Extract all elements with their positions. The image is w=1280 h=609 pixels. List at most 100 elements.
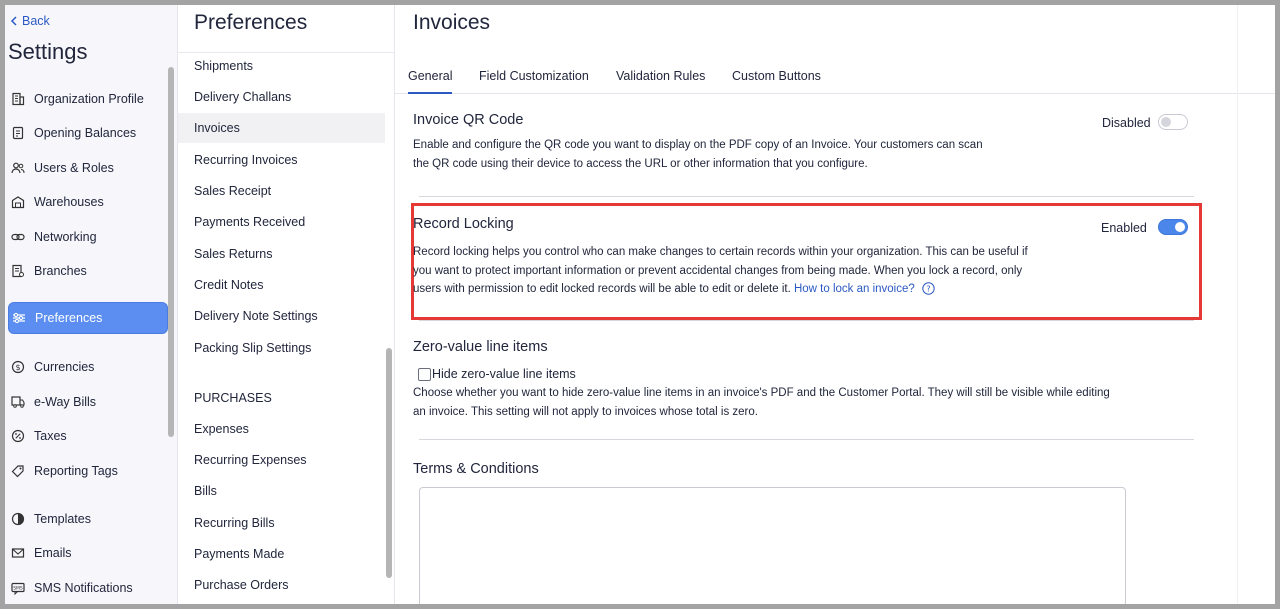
sidebar-item-label: Warehouses — [34, 195, 104, 209]
pref-item-shipments[interactable]: Shipments — [178, 51, 385, 81]
tab-bar: General Field Customization Validation R… — [395, 63, 1275, 94]
sidebar-item-label: Preferences — [35, 311, 103, 325]
zero-desc-line: an invoice. This setting will not apply … — [413, 405, 758, 418]
link-icon — [11, 230, 25, 244]
record-locking-status: Enabled — [1101, 221, 1147, 235]
template-icon — [11, 512, 25, 526]
sidebar-item-label: Taxes — [34, 429, 67, 443]
pref-item-expenses[interactable]: Expenses — [178, 414, 385, 444]
qr-code-status: Disabled — [1102, 116, 1151, 130]
tag-icon — [11, 464, 25, 478]
page-title: Invoices — [413, 11, 491, 34]
divider — [1237, 5, 1238, 604]
sidebar-item-label: Emails — [34, 546, 72, 560]
zero-value-title: Zero-value line items — [413, 339, 548, 355]
sidebar-item-preferences[interactable]: Preferences — [8, 302, 168, 334]
app-window: Back Settings Organization Profile Openi… — [5, 5, 1275, 604]
pref-item-bills[interactable]: Bills — [178, 476, 385, 506]
truck-icon — [11, 395, 25, 409]
sliders-icon — [12, 311, 26, 325]
sidebar-item-eway-bills[interactable]: e-Way Bills — [8, 386, 168, 418]
sidebar-item-label: Users & Roles — [34, 161, 114, 175]
hide-zero-value-label[interactable]: Hide zero-value line items — [432, 367, 576, 381]
terms-textarea[interactable] — [419, 487, 1126, 604]
currency-icon: $ — [11, 360, 25, 374]
pref-item-sales-receipt[interactable]: Sales Receipt — [178, 176, 385, 206]
sidebar-scrollbar[interactable] — [168, 67, 174, 437]
tab-validation-rules[interactable]: Validation Rules — [616, 69, 705, 92]
sidebar-item-users-roles[interactable]: Users & Roles — [8, 152, 168, 184]
sidebar-item-label: e-Way Bills — [34, 395, 97, 409]
qr-code-title: Invoice QR Code — [413, 112, 524, 128]
sidebar-item-label: Currencies — [34, 360, 95, 374]
sidebar-item-emails[interactable]: Emails — [8, 537, 168, 569]
hide-zero-value-checkbox[interactable] — [418, 367, 431, 381]
qr-desc-line: Enable and configure the QR code you wan… — [413, 139, 983, 151]
purchases-heading: PURCHASES — [194, 391, 272, 405]
svg-text:?: ? — [926, 285, 930, 294]
pref-item-payments-made[interactable]: Payments Made — [178, 539, 385, 569]
pref-item-purchase-orders[interactable]: Purchase Orders — [178, 570, 385, 600]
preferences-title: Preferences — [194, 11, 308, 34]
sidebar-item-branches[interactable]: Branches — [8, 255, 168, 287]
settings-title: Settings — [8, 39, 88, 64]
sidebar-item-opening-balances[interactable]: Opening Balances — [8, 117, 168, 149]
pref-item-delivery-note-settings[interactable]: Delivery Note Settings — [178, 301, 385, 331]
sidebar-item-label: Networking — [34, 230, 97, 244]
branch-icon — [11, 264, 25, 278]
sidebar-item-label: SMS Notifications — [34, 581, 133, 595]
tab-custom-buttons[interactable]: Custom Buttons — [732, 69, 821, 92]
record-locking-toggle[interactable] — [1158, 219, 1188, 235]
invoices-settings: Invoices General Field Customization Val… — [395, 5, 1275, 604]
sidebar-item-templates[interactable]: Templates — [8, 503, 168, 535]
building-icon — [11, 92, 25, 106]
pref-item-recurring-expenses[interactable]: Recurring Expenses — [178, 445, 385, 475]
qr-code-description: Enable and configure the QR code you wan… — [413, 136, 1113, 173]
back-link[interactable]: Back — [10, 14, 50, 28]
sidebar-item-label: Reporting Tags — [34, 464, 118, 478]
sidebar-item-organization-profile[interactable]: Organization Profile — [8, 83, 168, 115]
sidebar-item-sms-notifications[interactable]: SMS SMS Notifications — [8, 572, 168, 604]
pref-item-invoices[interactable]: Invoices — [178, 113, 385, 143]
terms-title: Terms & Conditions — [413, 461, 539, 477]
pref-item-recurring-bills[interactable]: Recurring Bills — [178, 508, 385, 538]
users-icon — [11, 161, 25, 175]
percent-icon — [11, 429, 25, 443]
zero-desc-line: Choose whether you want to hide zero-val… — [413, 387, 1110, 399]
settings-sidebar: Back Settings Organization Profile Openi… — [5, 5, 178, 604]
tab-general[interactable]: General — [408, 69, 453, 94]
back-label: Back — [22, 14, 50, 28]
record-locking-description: Record locking helps you control who can… — [413, 243, 1073, 299]
pref-item-delivery-challans[interactable]: Delivery Challans — [178, 82, 385, 112]
preferences-scrollbar[interactable] — [386, 348, 392, 578]
locking-desc-line: you want to protect important informatio… — [413, 264, 1023, 277]
help-icon[interactable]: ? — [922, 282, 935, 295]
zero-value-description: Choose whether you want to hide zero-val… — [413, 384, 1203, 421]
sidebar-item-taxes[interactable]: Taxes — [8, 420, 168, 452]
svg-text:SMS: SMS — [13, 586, 23, 592]
pref-item-credit-notes[interactable]: Credit Notes — [178, 270, 385, 300]
sidebar-item-label: Templates — [34, 512, 91, 526]
divider — [419, 320, 1194, 321]
how-to-lock-link[interactable]: How to lock an invoice? — [794, 283, 915, 295]
svg-text:$: $ — [15, 363, 20, 372]
pref-item-recurring-invoices[interactable]: Recurring Invoices — [178, 145, 385, 175]
chevron-left-icon — [10, 16, 17, 26]
pref-item-sales-returns[interactable]: Sales Returns — [178, 239, 385, 269]
sidebar-item-currencies[interactable]: $ Currencies — [8, 351, 168, 383]
sidebar-item-reporting-tags[interactable]: Reporting Tags — [8, 455, 168, 487]
pref-item-packing-slip-settings[interactable]: Packing Slip Settings — [178, 333, 385, 363]
warehouse-icon — [11, 195, 25, 209]
hide-zero-value-option[interactable]: Hide zero-value line items — [418, 367, 576, 381]
sidebar-item-label: Organization Profile — [34, 92, 144, 106]
toggle-knob — [1175, 222, 1185, 232]
pref-item-payments-received[interactable]: Payments Received — [178, 207, 385, 237]
sidebar-item-warehouses[interactable]: Warehouses — [8, 186, 168, 218]
locking-desc-line: Record locking helps you control who can… — [413, 246, 1028, 258]
sidebar-item-label: Opening Balances — [34, 126, 137, 140]
qr-desc-line: the QR code using their device to access… — [413, 157, 868, 170]
sidebar-item-networking[interactable]: Networking — [8, 221, 168, 253]
divider — [419, 196, 1194, 197]
qr-code-toggle[interactable] — [1158, 114, 1188, 130]
tab-field-customization[interactable]: Field Customization — [479, 69, 589, 92]
